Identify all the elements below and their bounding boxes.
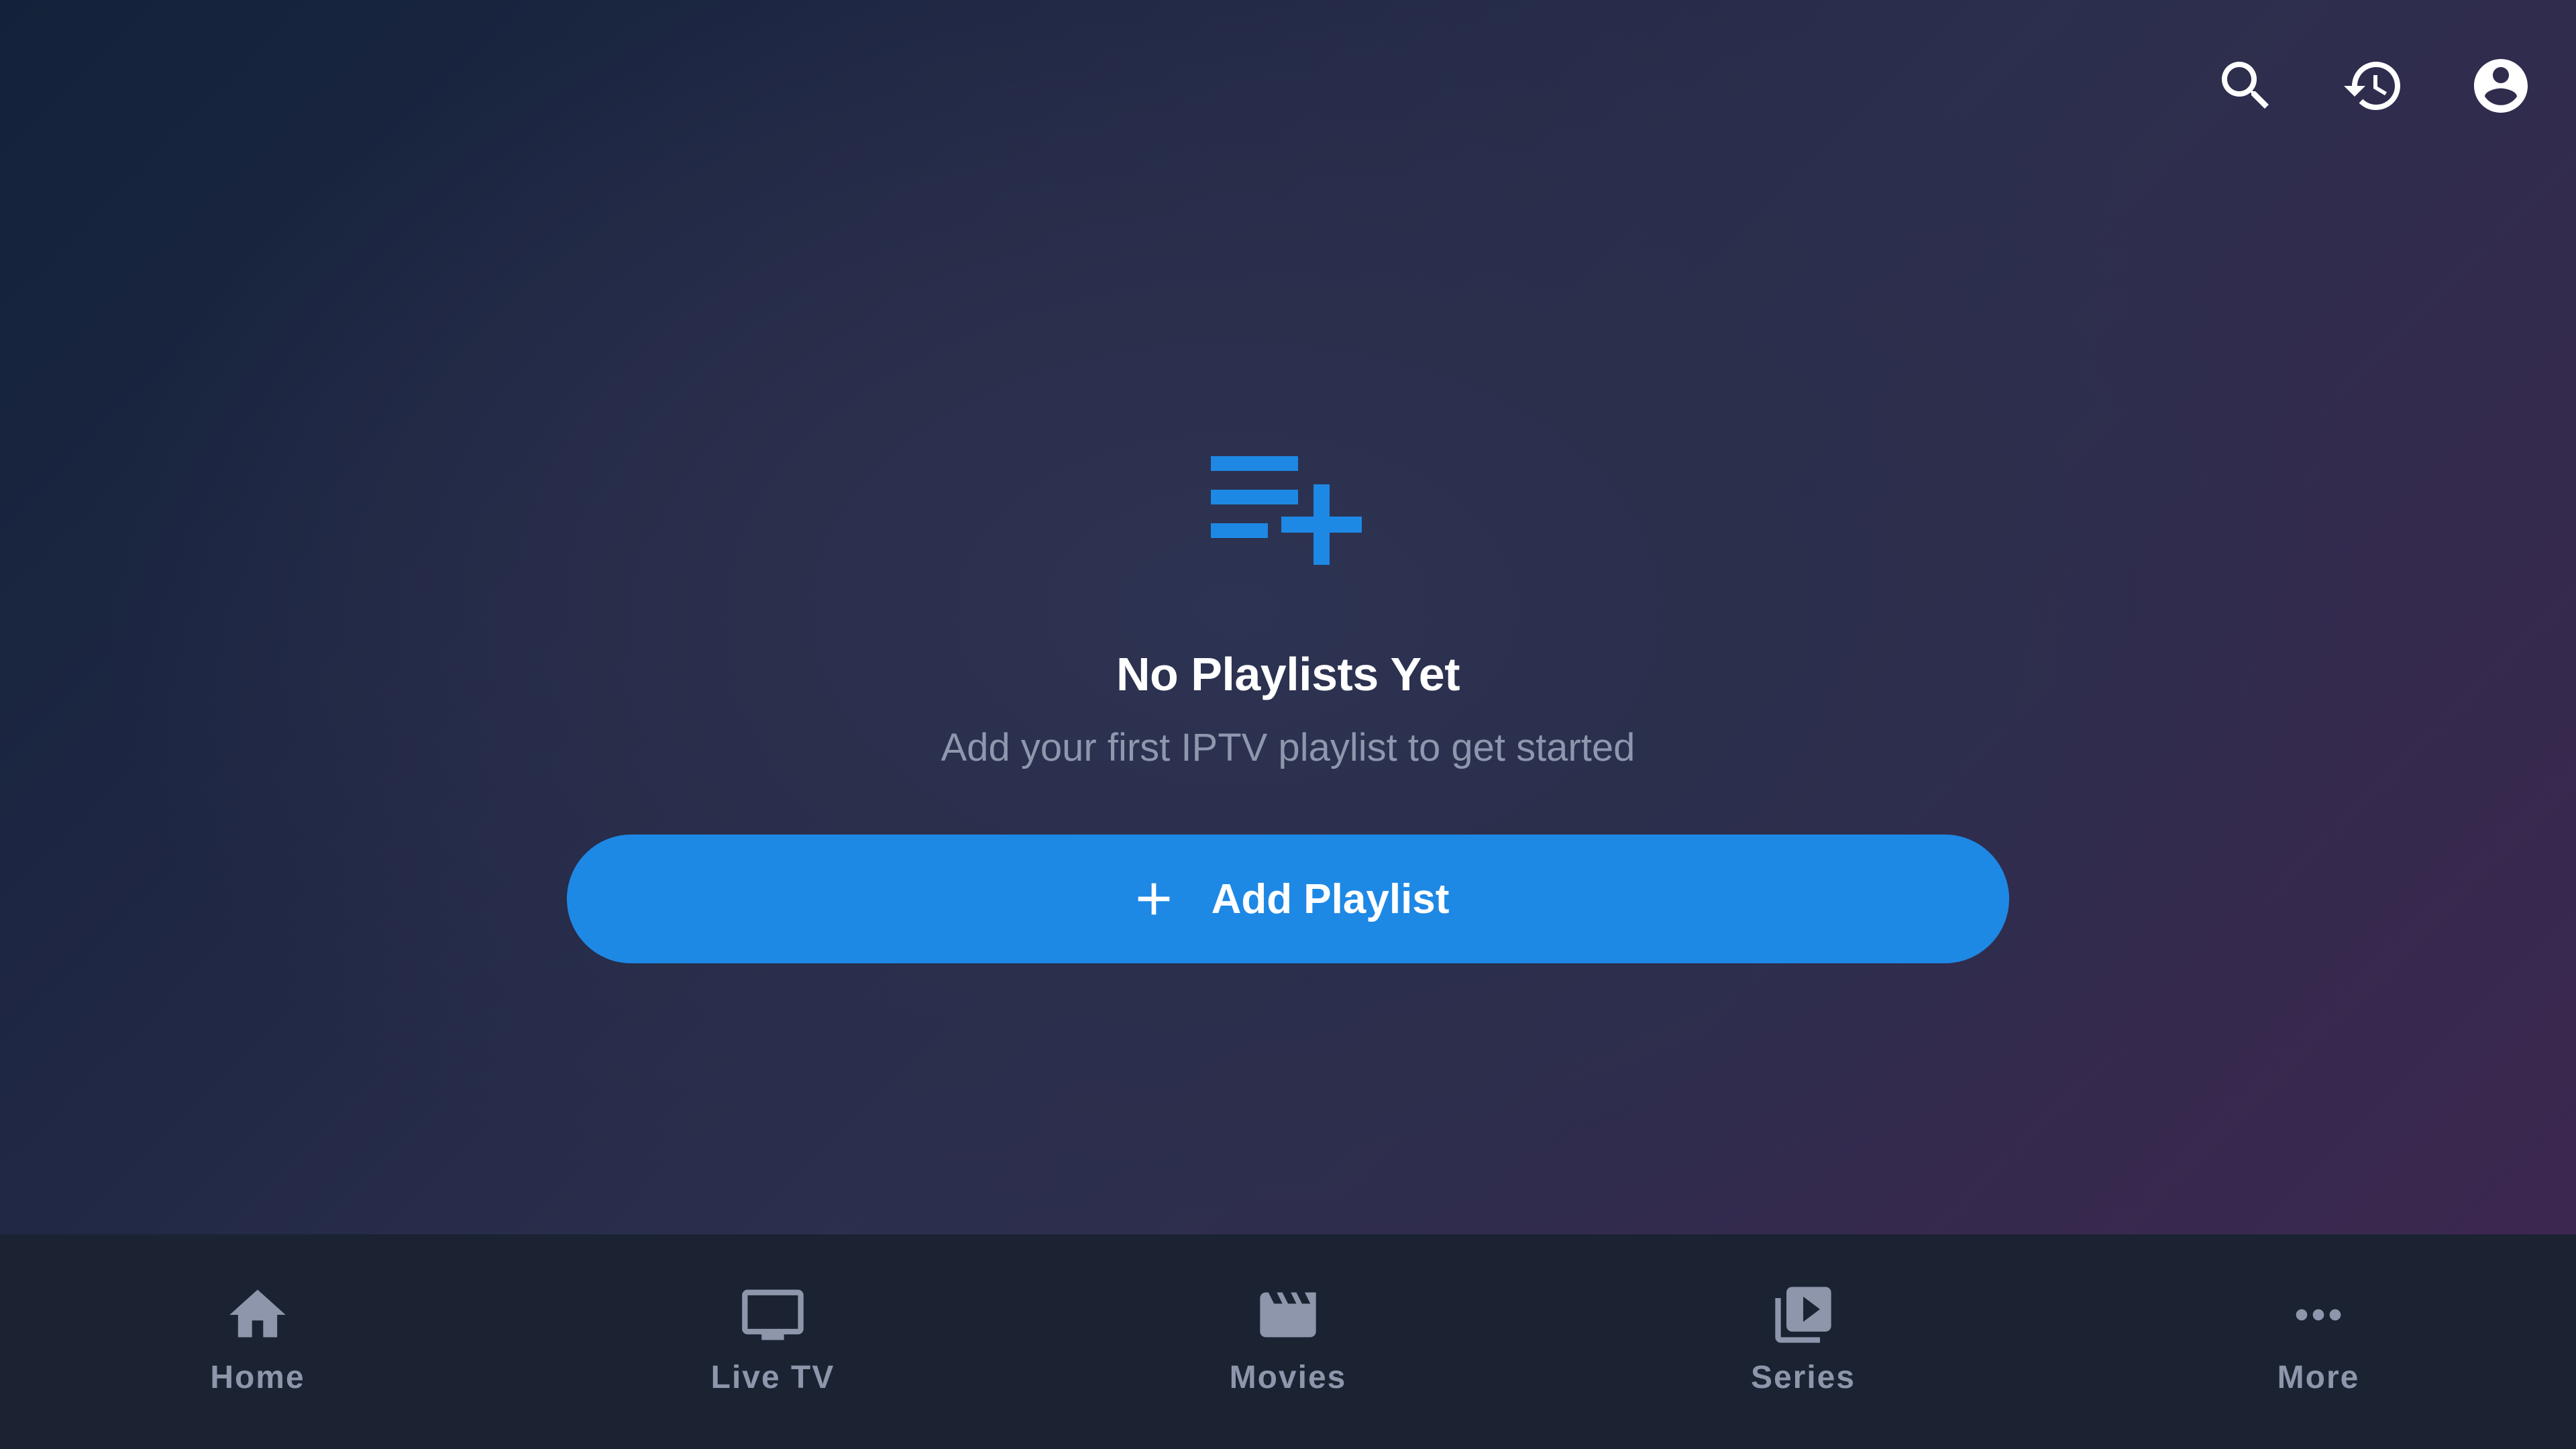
add-playlist-label: Add Playlist — [1211, 875, 1450, 922]
nav-item-label: Movies — [1229, 1360, 1347, 1395]
nav-item-movies[interactable]: Movies — [1030, 1234, 1546, 1449]
nav-item-label: More — [2277, 1360, 2360, 1395]
movie-clapper-icon — [1260, 1292, 1316, 1338]
top-toolbar — [2214, 0, 2576, 172]
search-icon[interactable] — [2214, 54, 2278, 118]
plus-icon — [1138, 883, 1169, 915]
empty-state-subtitle: Add your first IPTV playlist to get star… — [941, 726, 1635, 769]
nav-item-series[interactable]: Series — [1546, 1234, 2061, 1449]
more-horizontal-icon — [2296, 1309, 2341, 1321]
history-icon[interactable] — [2341, 54, 2406, 118]
nav-item-label: Live TV — [710, 1360, 835, 1395]
nav-item-label: Series — [1750, 1360, 1856, 1395]
bottom-navigation: Home Live TV Movies Series More — [0, 1234, 2576, 1449]
video-library-icon — [1775, 1287, 1831, 1343]
nav-item-more[interactable]: More — [2061, 1234, 2576, 1449]
empty-state-title: No Playlists Yet — [1116, 648, 1460, 700]
playlist-add-icon — [1211, 443, 1365, 580]
home-icon — [229, 1289, 286, 1338]
nav-item-label: Home — [210, 1360, 305, 1395]
empty-state: No Playlists Yet Add your first IPTV pla… — [0, 443, 2576, 963]
add-playlist-button[interactable]: Add Playlist — [567, 835, 2009, 963]
nav-item-live-tv[interactable]: Live TV — [515, 1234, 1030, 1449]
nav-item-home[interactable]: Home — [0, 1234, 515, 1449]
tv-icon — [742, 1289, 804, 1340]
account-circle-icon[interactable] — [2469, 54, 2533, 118]
